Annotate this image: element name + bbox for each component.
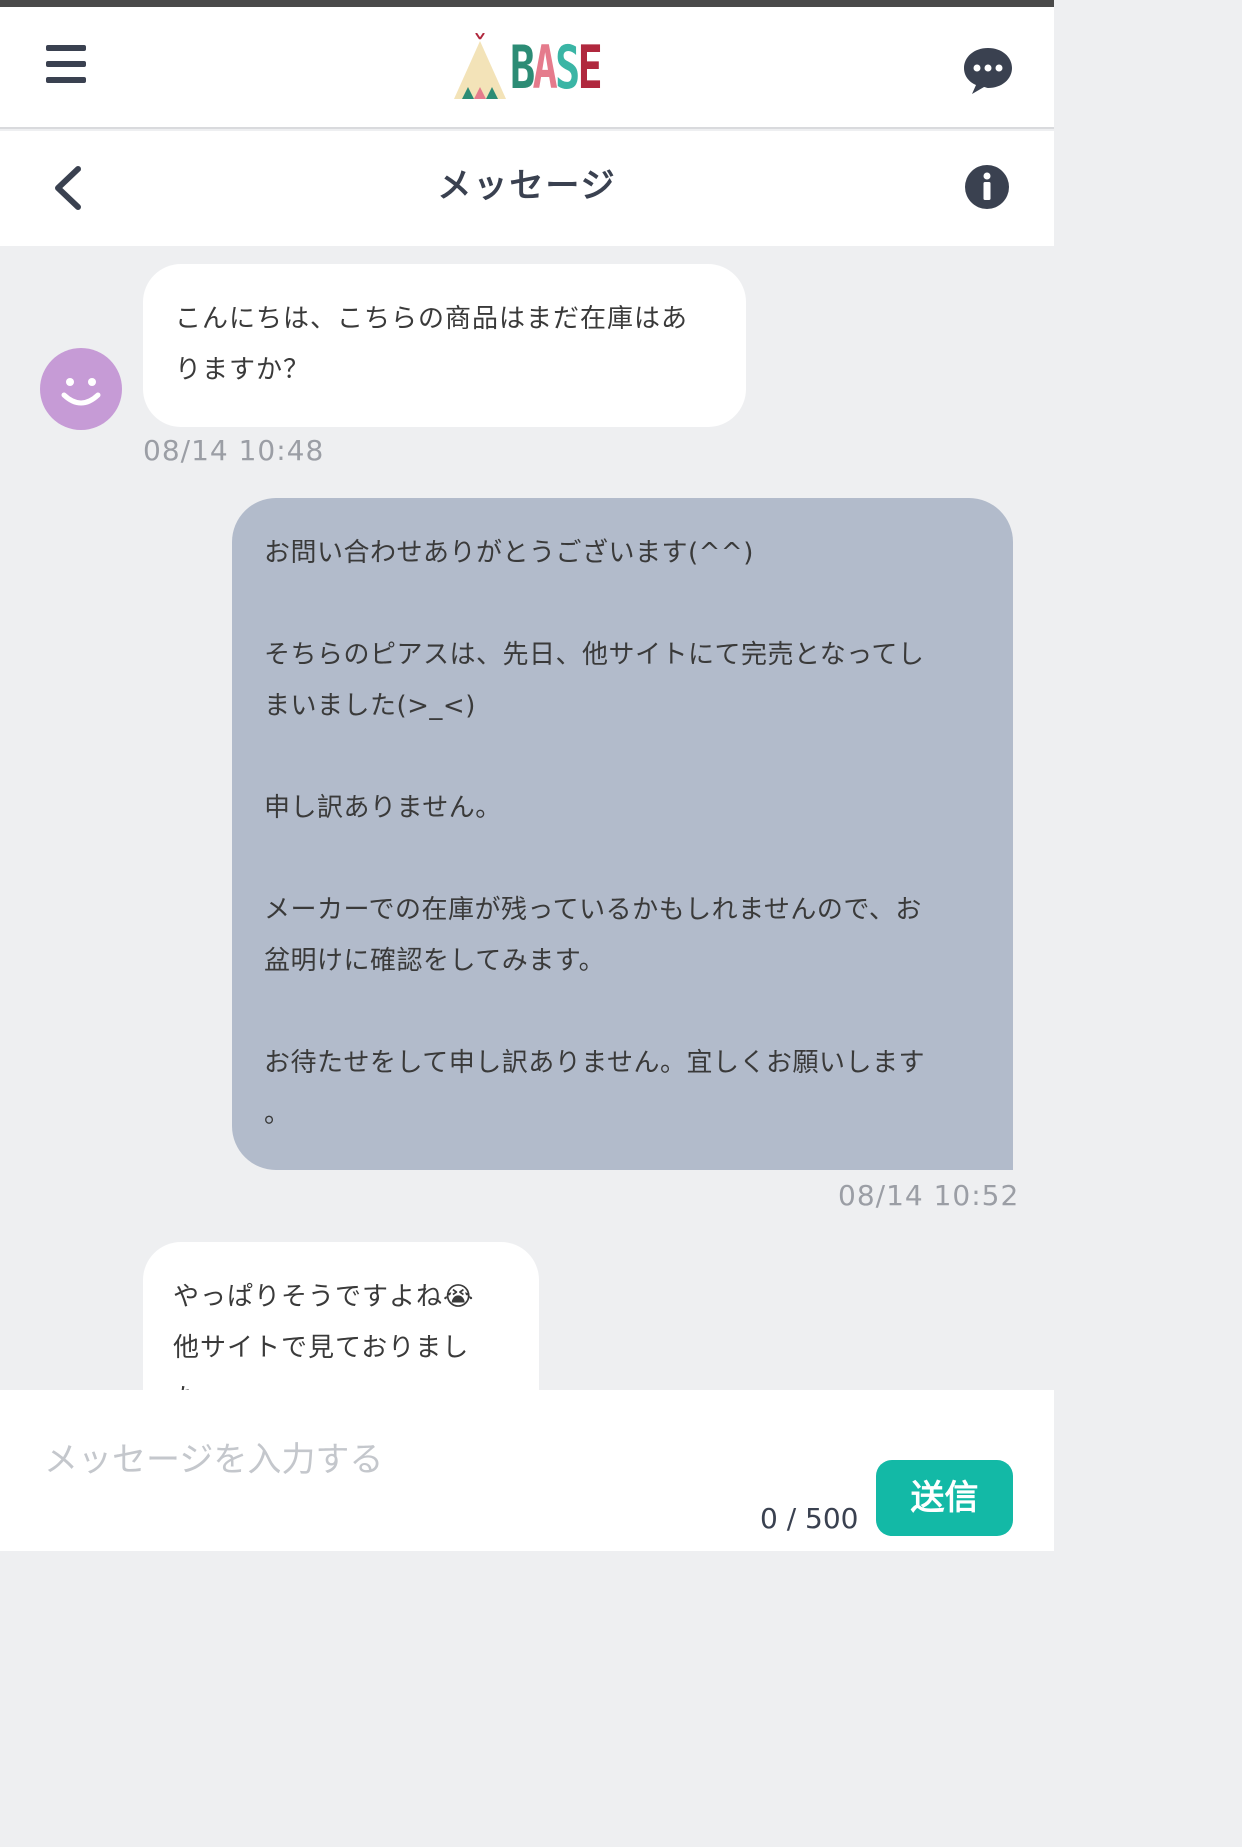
outgoing-message-bubble: お問い合わせありがとうございます(^^) そちらのピアスは、先日、他サイトにて完…	[232, 498, 1013, 1170]
hamburger-menu-icon[interactable]	[46, 45, 86, 87]
incoming-message-bubble: こんにちは、こちらの商品はまだ在庫はあ りますか？	[143, 264, 746, 427]
logo-letter: S	[554, 33, 580, 103]
message-line: た	[173, 1374, 519, 1390]
title-bar: メッセージ	[0, 131, 1054, 246]
page-title: メッセージ	[437, 166, 617, 206]
message-line: まいました(>_<)	[264, 691, 476, 721]
back-chevron-icon[interactable]	[50, 163, 90, 213]
user-avatar-smile-icon	[40, 348, 122, 430]
message-line: りますか？	[175, 355, 311, 385]
message-line: 他サイトで見ておりまし	[173, 1333, 470, 1363]
logo-letter: E	[577, 33, 602, 103]
message-line: 申し訳ありません。	[264, 793, 502, 823]
teepee-icon	[454, 33, 506, 99]
message-line: そちらのピアスは、先日、他サイトにて完売となってし	[264, 640, 925, 670]
message-line: お問い合わせありがとうございます(^^)	[264, 538, 754, 568]
info-icon[interactable]	[964, 164, 1010, 210]
message-timestamp: 08/14 10:52	[838, 1179, 1020, 1212]
message-line: 。	[264, 1099, 291, 1129]
message-timestamp: 08/14 10:48	[143, 434, 325, 467]
chat-bubble-icon[interactable]	[962, 45, 1014, 95]
incoming-message-bubble: やっぱりそうですよね😭 他サイトで見ておりまし た	[143, 1242, 539, 1390]
message-line: やっぱりそうですよね😭	[173, 1282, 475, 1312]
send-button[interactable]: 送信	[876, 1460, 1013, 1536]
message-input[interactable]	[44, 1430, 744, 1490]
logo-letter: A	[532, 33, 557, 103]
message-line: 盆明けに確認をしてみます。	[264, 946, 606, 976]
base-logo[interactable]: BASE	[450, 33, 610, 103]
logo-wordmark: BASE	[510, 33, 603, 103]
character-counter: 0 / 500	[760, 1502, 859, 1535]
logo-letter: B	[510, 33, 535, 103]
app-header: BASE	[0, 7, 1054, 129]
message-composer: 0 / 500 送信	[0, 1390, 1054, 1551]
top-status-line	[0, 0, 1054, 7]
message-thread[interactable]: こんにちは、こちらの商品はまだ在庫はあ りますか？ 08/14 10:48 お問…	[0, 246, 1054, 1390]
message-line: こんにちは、こちらの商品はまだ在庫はあ	[175, 304, 689, 334]
message-line: メーカーでの在庫が残っているかもしれませんので、お	[264, 895, 922, 925]
message-line: お待たせをして申し訳ありません。宜しくお願いします	[264, 1048, 925, 1078]
